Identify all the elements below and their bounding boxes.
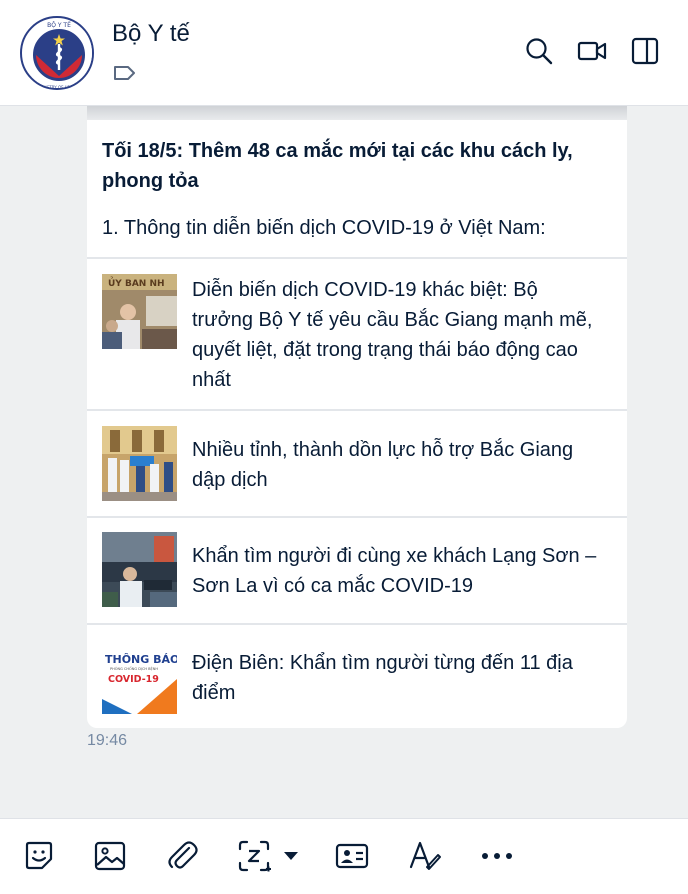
- attachment-icon[interactable]: [165, 839, 199, 873]
- message-time: 19:46: [87, 732, 128, 749]
- image-icon[interactable]: [93, 839, 127, 873]
- news-title: Khẩn tìm người đi cùng xe khách Lạng Sơn…: [192, 545, 597, 597]
- news-item[interactable]: Khẩn tìm người đi cùng xe khách Lạng Sơn…: [87, 516, 627, 623]
- sticker-icon[interactable]: [22, 839, 56, 873]
- news-thumbnail: THÔNG BÁO PHÒNG CHỐNG DỊCH BỆNH COVID-19: [102, 639, 177, 714]
- ministry-logo: BỘ Y TẾ MINISTRY OF HEALTH: [24, 20, 92, 90]
- side-panel-icon[interactable]: [630, 36, 660, 66]
- news-item[interactable]: Nhiều tỉnh, thành dồn lực hỗ trợ Bắc Gia…: [87, 409, 627, 516]
- news-thumbnail: [102, 426, 177, 501]
- avatar-bottom-text: MINISTRY OF HEALTH: [38, 85, 80, 90]
- contact-card-icon[interactable]: [335, 839, 369, 873]
- news-title: Nhiều tỉnh, thành dồn lực hỗ trợ Bắc Gia…: [192, 439, 574, 491]
- message-title: Tối 18/5: Thêm 48 ca mắc mới tại các khu…: [102, 140, 573, 192]
- chat-header: BỘ Y TẾ MINISTRY OF HEALTH Bộ Y tế: [0, 0, 688, 106]
- news-title: Điện Biên: Khẩn tìm người từng đến 11 đị…: [192, 652, 573, 704]
- message-subtitle: 1. Thông tin diễn biến dịch COVID-19 ở V…: [102, 217, 546, 239]
- text-format-icon[interactable]: [408, 839, 442, 873]
- news-title: Diễn biến dịch COVID-19 khác biệt: Bộ tr…: [192, 279, 593, 391]
- news-thumbnail: ỦY BAN NH: [102, 274, 177, 349]
- chevron-down-icon[interactable]: [282, 839, 300, 873]
- search-icon[interactable]: [524, 36, 554, 66]
- card-image-strip: [87, 106, 627, 120]
- more-icon[interactable]: [480, 839, 514, 873]
- thumbnail-covid-label: COVID-19: [108, 674, 159, 685]
- thumbnail-subline: PHÒNG CHỐNG DỊCH BỆNH: [110, 666, 158, 671]
- chat-toolbar: [0, 818, 688, 894]
- video-call-icon[interactable]: [577, 36, 607, 66]
- avatar[interactable]: BỘ Y TẾ MINISTRY OF HEALTH: [20, 16, 94, 90]
- news-thumbnail: [102, 532, 177, 607]
- avatar-top-text: BỘ Y TẾ: [47, 21, 71, 29]
- contact-name[interactable]: Bộ Y tế: [112, 20, 190, 48]
- screenshot-icon[interactable]: [237, 839, 271, 873]
- thumbnail-headline: THÔNG BÁO: [105, 653, 177, 666]
- news-item[interactable]: ỦY BAN NH Diễn biến dịch COVID-19 khác b…: [87, 257, 627, 409]
- tag-icon[interactable]: [112, 62, 138, 84]
- news-item[interactable]: THÔNG BÁO PHÒNG CHỐNG DỊCH BỆNH COVID-19…: [87, 623, 627, 728]
- message-card[interactable]: Tối 18/5: Thêm 48 ca mắc mới tại các khu…: [87, 106, 627, 728]
